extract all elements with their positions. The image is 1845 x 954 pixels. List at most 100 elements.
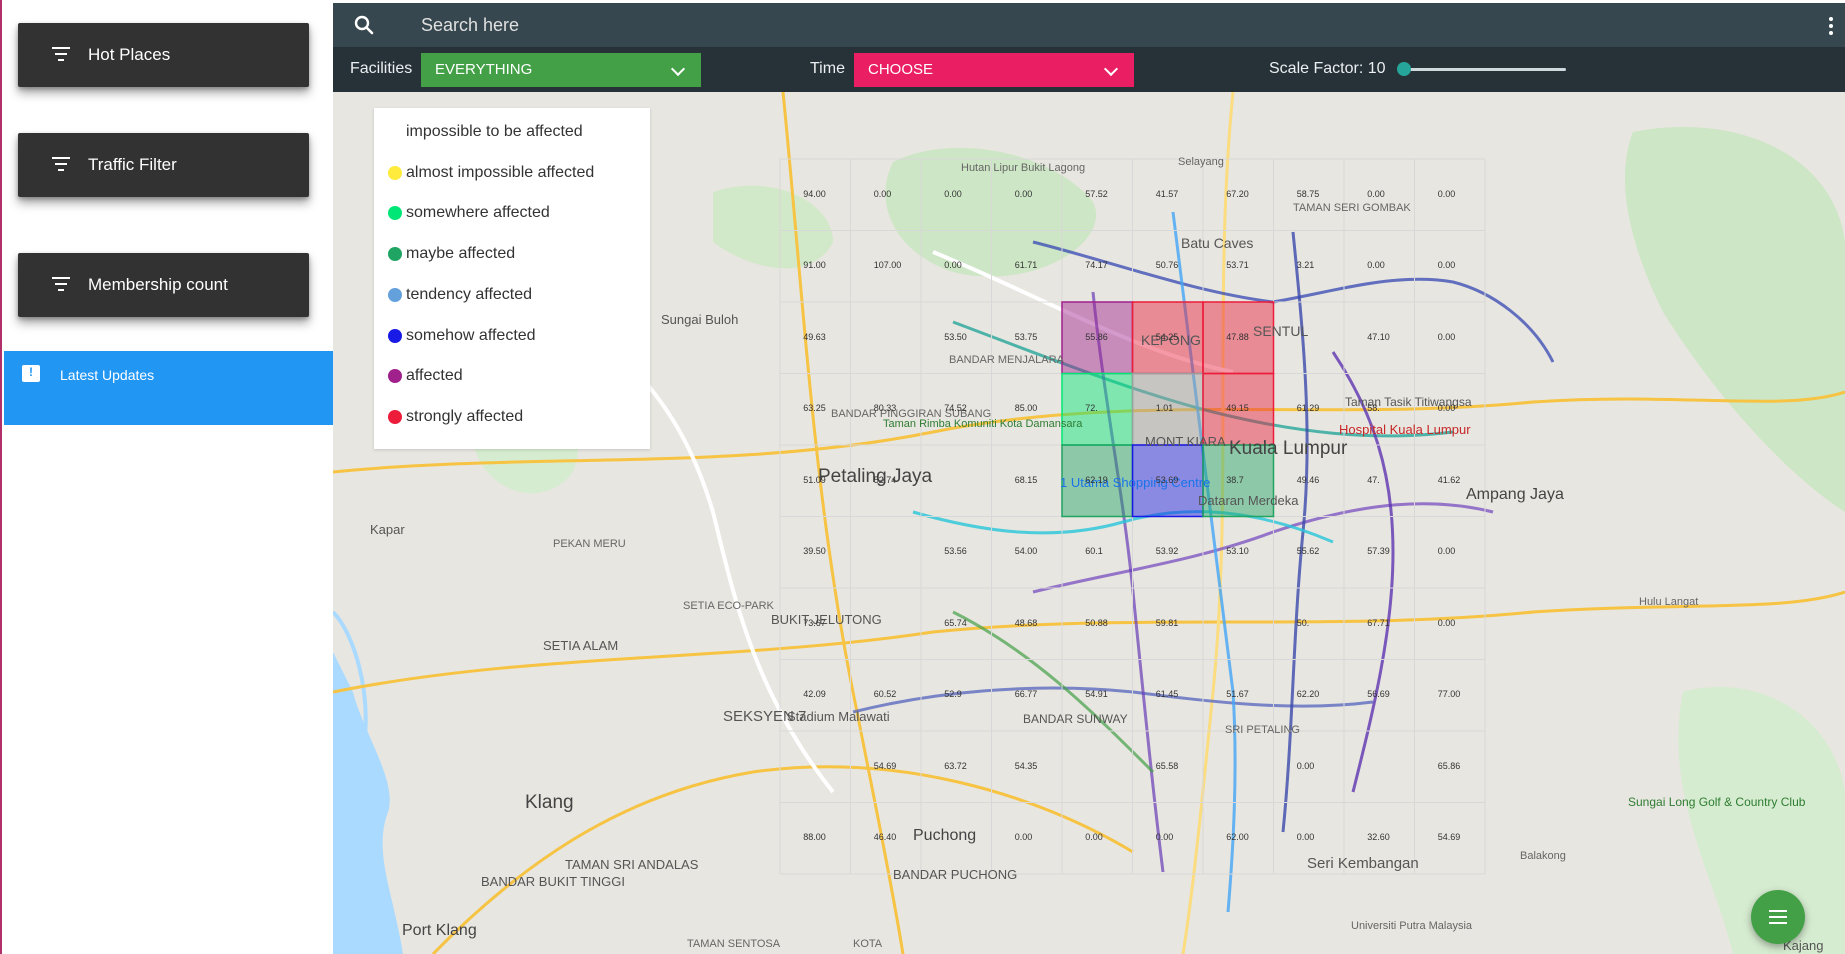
- legend-dot-icon: [388, 409, 402, 424]
- grid-value: 94.00: [803, 188, 826, 199]
- grid-value: 0.00: [1014, 832, 1033, 843]
- traffic-filter-button[interactable]: Traffic Filter: [18, 133, 309, 197]
- legend-label: almost impossible affected: [406, 163, 595, 181]
- grid-value: 61.29: [1296, 403, 1320, 414]
- place-label: Universiti Putra Malaysia: [1351, 920, 1473, 932]
- grid-value: 73.67: [803, 617, 826, 628]
- search-input[interactable]: [421, 11, 1321, 39]
- grid-value: 0.00: [1367, 260, 1385, 271]
- place-label: KOTA: [853, 938, 883, 950]
- legend-dot-icon: [388, 328, 402, 343]
- grid-value: 53.69: [1155, 474, 1179, 485]
- filter-list-icon: [52, 277, 70, 291]
- place-label: Hospital Kuala Lumpur: [1339, 422, 1471, 437]
- grid-value: 1.01: [1155, 403, 1174, 414]
- grid-value: 85.00: [1014, 403, 1038, 414]
- place-label: Sungai Long Golf & Country Club: [1628, 795, 1806, 809]
- place-label: Hulu Langat: [1639, 596, 1699, 608]
- place-label: SETIA ECO-PARK: [683, 600, 774, 612]
- grid-value: 0.00: [1437, 617, 1456, 628]
- legend-dot-icon: [388, 206, 402, 221]
- grid-value: 0.00: [1014, 188, 1033, 199]
- grid-value: 47.88: [1226, 331, 1249, 342]
- filter-list-icon: [52, 47, 70, 61]
- place-label: Dataran Merdeka: [1198, 493, 1299, 508]
- grid-value: 42.09: [803, 689, 826, 700]
- place-label: Klang: [525, 792, 574, 813]
- grid-value: 39.50: [803, 546, 826, 557]
- legend-label: strongly affected: [406, 407, 524, 425]
- grid-value: 61.45: [1155, 689, 1179, 700]
- grid-value: 51.09: [803, 474, 826, 485]
- place-label: Selayang: [1178, 156, 1224, 168]
- grid-value: 54.69: [1437, 832, 1461, 843]
- grid-value: 47.10: [1367, 331, 1390, 342]
- grid-value: 3.21: [1296, 260, 1315, 271]
- grid-value: 61.71: [1014, 260, 1038, 271]
- scale-factor-slider[interactable]: [1402, 68, 1566, 71]
- grid-value: 67.71: [1367, 617, 1390, 628]
- time-select[interactable]: CHOOSE: [854, 53, 1134, 87]
- legend-item: strongly affected: [388, 406, 523, 428]
- legend-panel: impossible to be affected almost impossib…: [374, 108, 650, 449]
- search-icon[interactable]: [353, 14, 375, 41]
- grid-value: 77.00: [1437, 689, 1461, 700]
- grid-value: 0.00: [1296, 760, 1315, 771]
- hot-places-button[interactable]: Hot Places: [18, 23, 309, 87]
- membership-count-button[interactable]: Membership count: [18, 253, 309, 317]
- chevron-down-icon: [670, 61, 686, 77]
- place-label: SENTUL: [1253, 323, 1309, 339]
- grid-value: 46.40: [873, 832, 897, 843]
- legend-label: somewhere affected: [406, 204, 550, 222]
- grid-value: 68.15: [1014, 474, 1038, 485]
- grid-value: 54.00: [1014, 546, 1038, 557]
- grid-value: 55.62: [1296, 546, 1320, 557]
- grid-value: 0.00: [944, 260, 962, 271]
- grid-value: 74.17: [1085, 260, 1108, 271]
- facilities-label: Facilities: [350, 60, 413, 77]
- grid-value: 32.60: [1367, 832, 1390, 843]
- grid-value: 53.75: [1014, 331, 1038, 342]
- place-label: MONT KIARA: [1145, 434, 1226, 449]
- grid-value: 57.52: [1085, 188, 1108, 199]
- place-label: BANDAR MENJALARA: [949, 354, 1064, 366]
- grid-value: 66.77: [1014, 689, 1038, 700]
- grid-value: 56.69: [1367, 689, 1390, 700]
- facilities-select[interactable]: EVERYTHING: [421, 53, 701, 87]
- scale-factor-slider-thumb[interactable]: [1397, 62, 1411, 76]
- legend-dot-icon: [388, 247, 402, 262]
- grid-value: 50.76: [1155, 260, 1179, 271]
- membership-count-label: Membership count: [88, 275, 228, 294]
- more-vert-icon[interactable]: [1829, 17, 1833, 38]
- grid-value: 0.00: [1296, 832, 1315, 843]
- grid-value: 72.: [1085, 403, 1098, 414]
- place-label: TAMAN SENTOSA: [687, 938, 781, 950]
- grid-value: 53.10: [1226, 546, 1249, 557]
- grid-value: 54.69: [873, 760, 897, 771]
- grid-value: 52.74: [873, 474, 897, 485]
- grid-value: 49.46: [1296, 474, 1320, 485]
- grid-value: 59.81: [1155, 617, 1179, 628]
- place-label: TAMAN SRI ANDALAS: [565, 857, 699, 872]
- filter-list-icon: [52, 157, 70, 171]
- grid-value: 0.00: [1367, 188, 1385, 199]
- legend-label: impossible to be affected: [406, 123, 583, 140]
- grid-value: 50.88: [1085, 617, 1108, 628]
- grid-value: 54.35: [1014, 760, 1038, 771]
- menu-fab-button[interactable]: [1751, 890, 1805, 944]
- place-label: BANDAR BUKIT TINGGI: [481, 874, 625, 889]
- chevron-down-icon: [1103, 61, 1119, 77]
- grid-value: 38.7: [1226, 474, 1244, 485]
- latest-updates-item[interactable]: ! Latest Updates: [4, 351, 335, 425]
- grid-value: 0.00: [1085, 832, 1103, 843]
- grid-value: 53.92: [1155, 546, 1179, 557]
- place-label: Puchong: [913, 827, 977, 844]
- grid-value: 41.62: [1437, 474, 1461, 485]
- place-label: Stadium Malawati: [787, 709, 890, 724]
- grid-value: 51.67: [1226, 689, 1249, 700]
- grid-value: 57.39: [1367, 546, 1390, 557]
- place-label: BUKIT JELUTONG: [771, 612, 882, 627]
- grid-value: 47.: [1367, 474, 1380, 485]
- place-label: Kuala Lumpur: [1229, 438, 1348, 459]
- legend-item: somehow affected: [388, 325, 536, 347]
